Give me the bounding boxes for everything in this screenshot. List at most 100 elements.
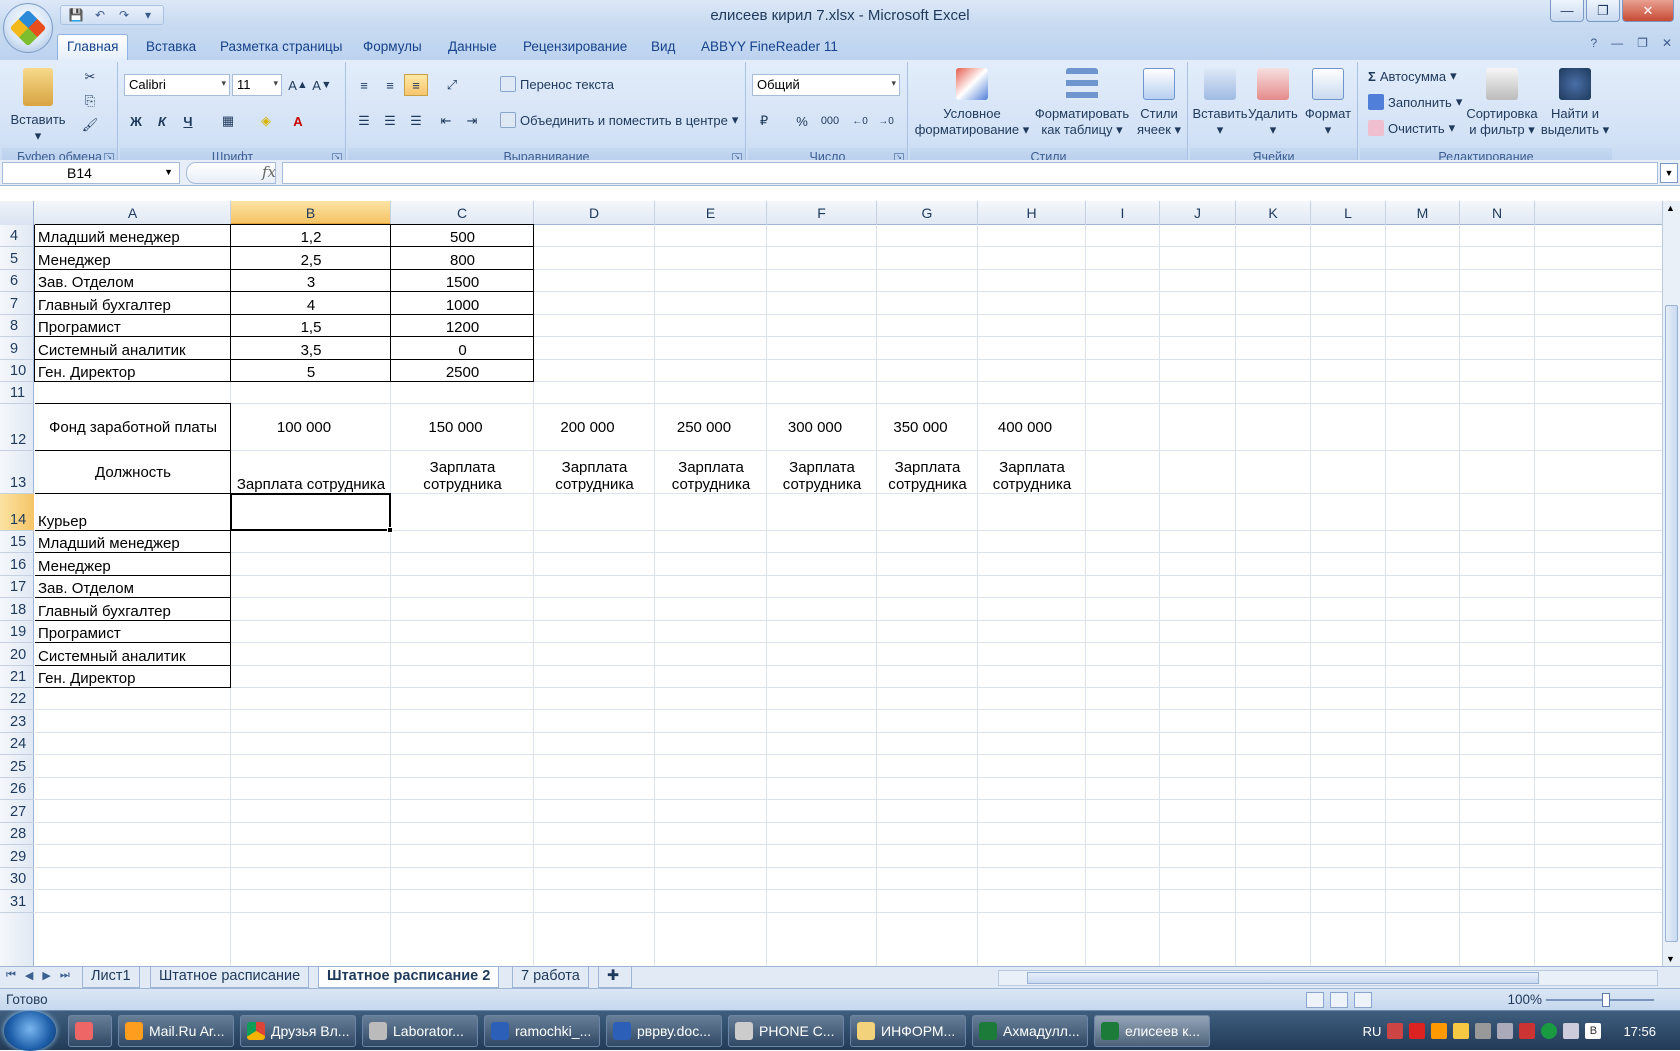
- paste-button[interactable]: Вставить ▾: [8, 68, 68, 144]
- cell-A17[interactable]: Зав. Отделом: [35, 576, 231, 598]
- tab-review[interactable]: Рецензирование: [515, 36, 635, 57]
- row-header-26[interactable]: 26: [0, 778, 34, 800]
- row-header-23[interactable]: 23: [0, 710, 34, 733]
- cell-salary-5[interactable]: Зарплата сотрудника: [767, 451, 877, 494]
- sheet-tab-2[interactable]: Штатное расписание: [150, 967, 310, 988]
- scroll-up-icon[interactable]: ▲: [1666, 203, 1675, 213]
- align-center-icon[interactable]: ☰: [378, 110, 402, 132]
- row-header-17[interactable]: 17: [0, 576, 34, 598]
- zoom-slider[interactable]: [1546, 999, 1654, 1001]
- task-phone[interactable]: PHONE C...: [728, 1015, 844, 1047]
- cell-B9[interactable]: 3,5: [231, 337, 391, 360]
- column-header-H[interactable]: H: [978, 201, 1086, 225]
- cell-A18[interactable]: Главный бухгалтер: [35, 598, 231, 621]
- row-header-19[interactable]: 19: [0, 621, 34, 643]
- tab-insert[interactable]: Вставка: [138, 36, 204, 57]
- cell-B6[interactable]: 3: [231, 270, 391, 292]
- cell-A14[interactable]: Курьер: [35, 494, 231, 531]
- wrap-text-button[interactable]: Перенос текста: [500, 76, 614, 92]
- tab-view[interactable]: Вид: [643, 36, 683, 57]
- cell-A15[interactable]: Младший менеджер: [35, 531, 231, 553]
- cell-A19[interactable]: Програмист: [35, 621, 231, 643]
- column-header-N[interactable]: N: [1460, 201, 1535, 225]
- cell-salary-3[interactable]: Зарплата сотрудника: [534, 451, 655, 494]
- row-header-11[interactable]: 11: [0, 382, 34, 404]
- insert-function-icon[interactable]: fx: [262, 163, 276, 181]
- shrink-font-icon[interactable]: A ▼: [310, 74, 334, 96]
- zoom-level[interactable]: 100%: [1507, 992, 1542, 1007]
- antivirus-icon[interactable]: [1409, 1023, 1426, 1039]
- row-header-7[interactable]: 7: [0, 292, 34, 315]
- orientation-icon[interactable]: ⤢: [440, 74, 464, 96]
- row-header-6[interactable]: 6: [0, 270, 34, 292]
- copy-icon[interactable]: ⎘: [78, 90, 102, 112]
- restore-button[interactable]: ❐: [1586, 0, 1620, 22]
- cell-A21[interactable]: Ген. Директор: [35, 666, 231, 688]
- decrease-indent-icon[interactable]: ⇤: [434, 110, 458, 132]
- task-akhmadull[interactable]: Ахмадулл...: [972, 1015, 1088, 1047]
- office-button[interactable]: [3, 3, 53, 53]
- column-header-C[interactable]: C: [391, 201, 534, 225]
- insert-cells-button[interactable]: Вставить ▾: [1192, 68, 1248, 138]
- cell-A12[interactable]: Фонд заработной платы: [35, 404, 231, 451]
- task-eliseev[interactable]: елисеев к...: [1094, 1015, 1210, 1047]
- cell-fund-3[interactable]: 250 000: [655, 404, 767, 451]
- find-select-button[interactable]: Найти и выделить ▾: [1540, 68, 1610, 138]
- autosum-button[interactable]: Σ Автосумма ▾: [1368, 68, 1457, 84]
- cell-A13[interactable]: Должность: [35, 451, 231, 494]
- redo-icon[interactable]: ↷: [113, 6, 135, 24]
- torrent-icon[interactable]: [1541, 1023, 1558, 1039]
- decrease-decimal-icon[interactable]: →0: [874, 110, 898, 132]
- row-header-5[interactable]: 5: [0, 247, 34, 270]
- row-header-24[interactable]: 24: [0, 733, 34, 755]
- row-header-16[interactable]: 16: [0, 553, 34, 576]
- fill-color-icon[interactable]: ◈: [254, 110, 278, 132]
- selected-cell-B14[interactable]: [230, 493, 391, 531]
- cell-A8[interactable]: Програмист: [35, 315, 231, 337]
- fill-button[interactable]: Заполнить ▾: [1368, 94, 1462, 110]
- minimize-button[interactable]: —: [1550, 0, 1584, 22]
- tray-chrome-icon[interactable]: [1431, 1023, 1448, 1039]
- column-header-D[interactable]: D: [534, 201, 655, 225]
- cell-A6[interactable]: Зав. Отделом: [35, 270, 231, 292]
- tray-app-icon[interactable]: [1387, 1023, 1404, 1039]
- italic-button[interactable]: К: [150, 110, 174, 132]
- cell-A7[interactable]: Главный бухгалтер: [35, 292, 231, 315]
- sheet-tab-3[interactable]: Штатное расписание 2: [318, 967, 500, 988]
- sheet-tab-4[interactable]: 7 работа: [512, 967, 589, 988]
- cell-fund-6[interactable]: 400 000: [978, 404, 1086, 451]
- task-doc[interactable]: рврву.doc...: [606, 1015, 722, 1047]
- column-header-I[interactable]: I: [1086, 201, 1160, 225]
- cell-fund-0[interactable]: 100 000: [231, 404, 391, 451]
- cell-C4[interactable]: 500: [391, 225, 534, 247]
- media-player-task[interactable]: [68, 1015, 112, 1047]
- row-header-28[interactable]: 28: [0, 823, 34, 845]
- align-left-icon[interactable]: ☰: [352, 110, 376, 132]
- row-header-22[interactable]: 22: [0, 688, 34, 710]
- cell-B4[interactable]: 1,2: [231, 225, 391, 247]
- tray-folder-icon[interactable]: [1453, 1023, 1470, 1039]
- column-header-L[interactable]: L: [1311, 201, 1386, 225]
- cell-B7[interactable]: 4: [231, 292, 391, 315]
- cell-A16[interactable]: Менеджер: [35, 553, 231, 576]
- scroll-down-icon[interactable]: ▼: [1666, 954, 1675, 964]
- row-header-15[interactable]: 15: [0, 531, 34, 553]
- normal-view-icon[interactable]: [1306, 992, 1324, 1008]
- close-button[interactable]: ✕: [1622, 0, 1674, 22]
- safely-remove-icon[interactable]: [1475, 1023, 1492, 1039]
- borders-icon[interactable]: ▦: [216, 110, 240, 132]
- row-header-29[interactable]: 29: [0, 845, 34, 868]
- align-top-icon[interactable]: ≡: [352, 74, 376, 96]
- horizontal-scroll-thumb[interactable]: [1027, 972, 1539, 984]
- column-header-B[interactable]: B: [231, 201, 391, 225]
- cell-A4[interactable]: Младший менеджер: [35, 225, 231, 247]
- cell-salary-4[interactable]: Зарплата сотрудника: [655, 451, 767, 494]
- horizontal-scrollbar[interactable]: [998, 970, 1658, 986]
- cell-salary-7[interactable]: Зарплата сотрудника: [978, 451, 1086, 494]
- monitor-icon[interactable]: [1563, 1023, 1580, 1039]
- column-header-K[interactable]: K: [1236, 201, 1311, 225]
- cell-salary-2[interactable]: Зарплата сотрудника: [391, 451, 534, 494]
- cut-icon[interactable]: ✂: [78, 66, 102, 88]
- cell-B5[interactable]: 2,5: [231, 247, 391, 270]
- column-header-J[interactable]: J: [1160, 201, 1236, 225]
